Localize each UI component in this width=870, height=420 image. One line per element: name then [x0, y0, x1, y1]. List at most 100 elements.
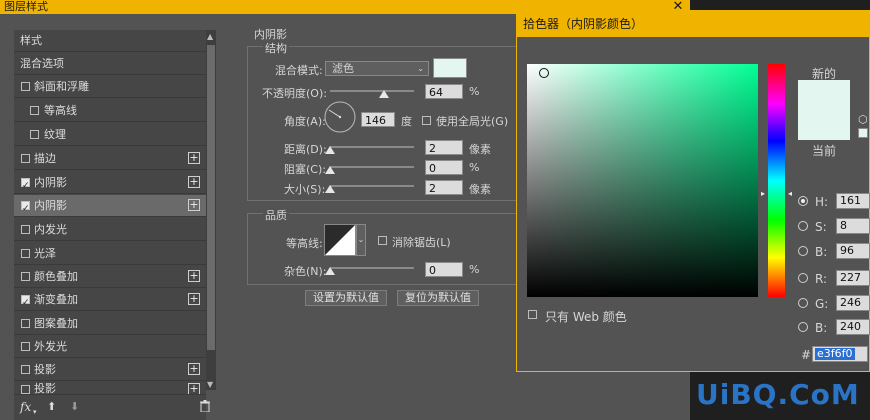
fx-dropdown-icon[interactable]: ▾: [33, 408, 37, 416]
trash-icon[interactable]: [200, 400, 210, 413]
scroll-down-icon[interactable]: ▼: [207, 380, 213, 389]
move-up-icon[interactable]: ⬆: [47, 400, 56, 413]
checkbox[interactable]: [21, 272, 30, 281]
style-item-inner-shadow[interactable]: 内阴影 +: [14, 172, 206, 197]
add-icon[interactable]: +: [188, 152, 200, 164]
fx-icon[interactable]: fx: [20, 400, 31, 414]
add-icon[interactable]: +: [188, 293, 200, 305]
red-input[interactable]: 227: [836, 270, 870, 286]
checkbox[interactable]: [21, 175, 30, 197]
scrollbar-thumb[interactable]: [207, 45, 215, 350]
distance-input[interactable]: 2: [425, 140, 463, 155]
size-slider-handle[interactable]: [325, 185, 335, 193]
set-default-button[interactable]: 设置为默认值: [305, 290, 387, 306]
current-color-label: 当前: [812, 144, 837, 158]
brightness-input[interactable]: 96: [836, 243, 870, 259]
checkbox[interactable]: [21, 82, 30, 91]
checkbox[interactable]: [21, 292, 30, 314]
blue-input[interactable]: 240: [836, 319, 870, 335]
style-item-drop-shadow-2[interactable]: 投影 +: [14, 382, 206, 395]
style-item-gradient-overlay[interactable]: 渐变叠加 +: [14, 289, 206, 314]
anti-alias-checkbox[interactable]: [378, 236, 387, 245]
noise-slider[interactable]: [330, 267, 414, 269]
radio-saturation[interactable]: [798, 221, 808, 231]
add-icon[interactable]: +: [188, 199, 200, 211]
checkbox[interactable]: [21, 154, 30, 163]
cube-icon[interactable]: ⬡: [858, 113, 868, 126]
angle-input[interactable]: 146: [361, 112, 395, 127]
style-item-texture[interactable]: 纹理: [14, 124, 206, 146]
checkbox[interactable]: [30, 106, 39, 115]
style-item-inner-shadow-selected[interactable]: 内阴影 +: [14, 195, 206, 220]
web-only-checkbox[interactable]: [528, 310, 537, 319]
style-item-color-overlay[interactable]: 颜色叠加 +: [14, 266, 206, 288]
style-item-inner-glow[interactable]: 内发光: [14, 219, 206, 241]
saturation-label: S:: [815, 220, 827, 234]
checkbox[interactable]: [21, 365, 30, 374]
size-slider[interactable]: [330, 185, 414, 187]
percent-unit: %: [469, 161, 480, 174]
style-item-stroke[interactable]: 描边 +: [14, 148, 206, 170]
checkbox[interactable]: [21, 225, 30, 234]
hue-right-arrow-icon[interactable]: ◂: [788, 189, 792, 198]
radio-blue[interactable]: [798, 322, 808, 332]
scroll-up-icon[interactable]: ▲: [207, 32, 213, 41]
distance-slider[interactable]: [330, 146, 414, 148]
style-item-outer-glow[interactable]: 外发光: [14, 336, 206, 358]
radio-brightness[interactable]: [798, 246, 808, 256]
reset-default-button[interactable]: 复位为默认值: [397, 290, 479, 306]
style-item-label: 内发光: [34, 223, 67, 236]
add-icon[interactable]: +: [188, 383, 200, 394]
checkbox[interactable]: [30, 130, 39, 139]
move-down-icon[interactable]: ⬇: [70, 400, 79, 413]
style-item-satin[interactable]: 光泽: [14, 243, 206, 265]
shadow-color-swatch[interactable]: [433, 58, 467, 78]
chevron-down-icon[interactable]: ⌄: [356, 224, 366, 256]
web-safe-swatch[interactable]: [858, 128, 868, 138]
saturation-brightness-field[interactable]: [527, 64, 758, 297]
style-item-bevel-emboss[interactable]: 斜面和浮雕: [14, 76, 206, 98]
opacity-label: 不透明度(O):: [262, 87, 327, 100]
contour-preview[interactable]: [324, 224, 356, 256]
distance-slider-handle[interactable]: [325, 146, 335, 154]
px-unit: 像素: [469, 143, 491, 156]
angle-dial[interactable]: [324, 101, 356, 133]
new-color-swatch: [798, 80, 850, 114]
choke-input[interactable]: 0: [425, 160, 463, 175]
style-item-contour[interactable]: 等高线: [14, 100, 206, 122]
style-item-label: 混合选项: [20, 57, 64, 70]
saturation-input[interactable]: 8: [836, 218, 870, 234]
add-icon[interactable]: +: [188, 176, 200, 188]
choke-slider[interactable]: [330, 166, 414, 168]
add-icon[interactable]: +: [188, 363, 200, 375]
opacity-input[interactable]: 64: [425, 84, 463, 99]
style-item-pattern-overlay[interactable]: 图案叠加: [14, 313, 206, 335]
checkbox[interactable]: [21, 249, 30, 258]
style-item-drop-shadow[interactable]: 投影 +: [14, 359, 206, 381]
checkbox[interactable]: [21, 198, 30, 220]
hue-slider[interactable]: [768, 64, 785, 297]
color-picker-cursor[interactable]: [539, 68, 549, 78]
hue-input[interactable]: 161: [836, 193, 870, 209]
add-icon[interactable]: +: [188, 270, 200, 282]
checkbox[interactable]: [21, 385, 30, 394]
hex-input[interactable]: e3f6f0: [812, 346, 868, 362]
radio-red[interactable]: [798, 273, 808, 283]
choke-slider-handle[interactable]: [325, 166, 335, 174]
noise-slider-handle[interactable]: [325, 267, 335, 275]
opacity-slider[interactable]: [330, 90, 414, 92]
opacity-slider-handle[interactable]: [378, 90, 389, 98]
noise-input[interactable]: 0: [425, 262, 463, 277]
radio-hue[interactable]: [798, 196, 808, 206]
checkbox[interactable]: [21, 319, 30, 328]
current-color-swatch[interactable]: [798, 114, 850, 140]
style-item-blending-options[interactable]: 混合选项: [14, 53, 206, 75]
size-input[interactable]: 2: [425, 180, 463, 195]
radio-green[interactable]: [798, 298, 808, 308]
hue-left-arrow-icon[interactable]: ▸: [761, 189, 765, 198]
blend-mode-select[interactable]: 滤色 ⌄: [325, 61, 429, 76]
green-input[interactable]: 246: [836, 295, 870, 311]
checkbox[interactable]: [21, 342, 30, 351]
global-light-checkbox[interactable]: [422, 116, 431, 125]
styles-header[interactable]: 样式: [14, 30, 206, 52]
